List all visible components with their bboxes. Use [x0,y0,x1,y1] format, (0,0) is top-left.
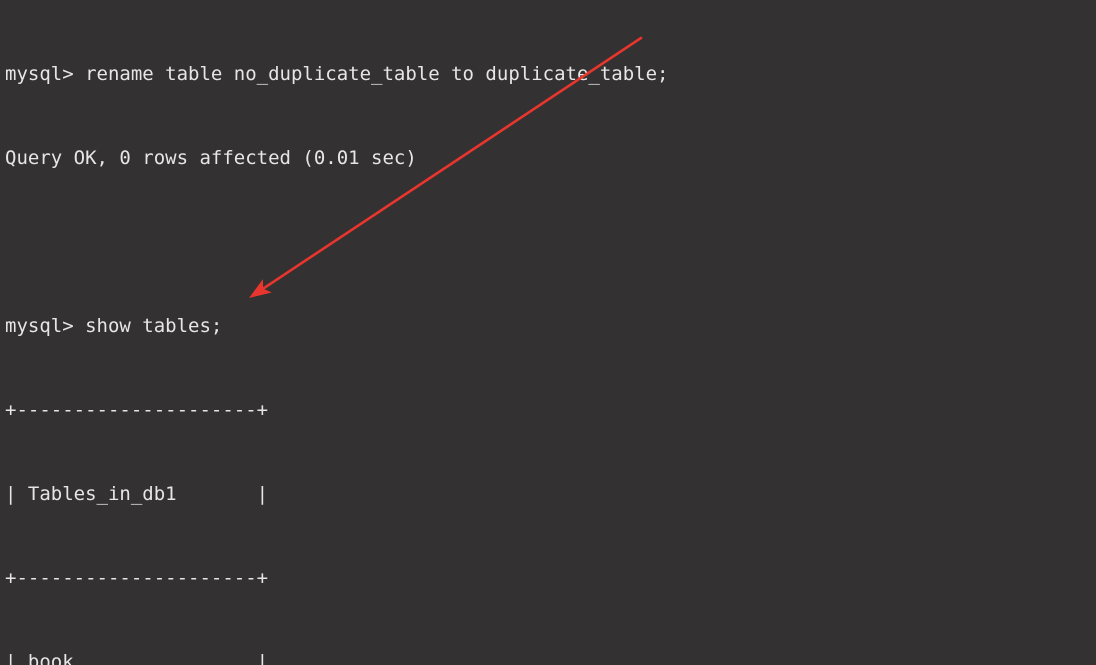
terminal-window[interactable]: mysql> rename table no_duplicate_table t… [0,0,1096,665]
terminal-line: mysql> rename table no_duplicate_table t… [5,63,669,85]
table-border-top: +---------------------+ [5,399,269,421]
table-row: | book | [5,651,269,665]
table-border-header: +---------------------+ [5,567,269,589]
table-column-header: | Tables_in_db1 | [5,483,269,505]
terminal-line: mysql> show tables; [5,315,223,337]
terminal-line: Query OK, 0 rows affected (0.01 sec) [5,147,417,169]
terminal-output: mysql> rename table no_duplicate_table t… [5,4,668,665]
